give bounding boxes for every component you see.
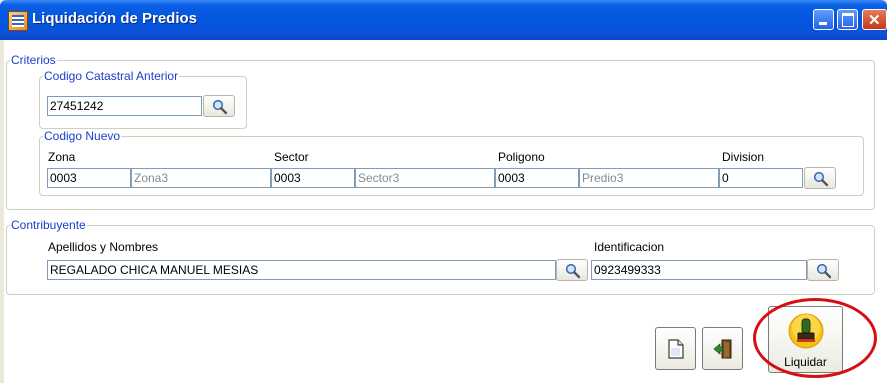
exit-button[interactable] (702, 327, 743, 370)
new-button[interactable] (655, 327, 696, 370)
identificacion-label: Identificacion (594, 240, 665, 254)
predio-name-field[interactable] (579, 168, 719, 188)
liquidar-label: Liquidar (784, 355, 827, 369)
magnifier-icon (565, 263, 581, 279)
identificacion-field[interactable] (591, 260, 807, 280)
magnifier-icon (212, 99, 228, 115)
poligono-field[interactable] (495, 168, 579, 188)
minimize-button[interactable] (813, 9, 834, 30)
search-nuevo-button[interactable] (804, 167, 836, 189)
magnifier-icon (813, 171, 829, 187)
nombres-label: Apellidos y Nombres (48, 240, 159, 254)
division-label: Division (722, 150, 765, 164)
division-field[interactable] (719, 168, 803, 188)
contribuyente-group: Contribuyente (6, 219, 875, 295)
title-bar[interactable]: Liquidación de Predios (0, 0, 887, 40)
stamp-icon (788, 313, 824, 349)
criterios-legend: Criterios (11, 53, 56, 67)
nombres-field[interactable] (47, 260, 556, 280)
zona-name-field[interactable] (131, 168, 271, 188)
poligono-label: Poligono (498, 150, 545, 164)
exit-door-icon (713, 339, 732, 359)
sector-name-field[interactable] (355, 168, 495, 188)
client-area: Criterios Codigo Catastral Anterior Codi… (4, 40, 887, 383)
close-button[interactable] (862, 9, 887, 30)
app-window-icon (8, 11, 28, 31)
codigo-nuevo-legend: Codigo Nuevo (44, 129, 121, 143)
new-document-icon (668, 339, 684, 359)
liquidacion-window: Liquidación de Predios Criterios Codigo … (0, 0, 887, 383)
zona-field[interactable] (47, 168, 131, 188)
sector-field[interactable] (271, 168, 355, 188)
contribuyente-legend: Contribuyente (11, 218, 86, 232)
search-identificacion-button[interactable] (807, 259, 839, 281)
maximize-button[interactable] (837, 9, 858, 30)
magnifier-icon (816, 263, 832, 279)
zona-label: Zona (48, 150, 76, 164)
liquidar-button[interactable]: Liquidar (768, 306, 843, 373)
codigo-anterior-field[interactable] (47, 96, 202, 116)
window-title: Liquidación de Predios (32, 10, 198, 27)
codigo-anterior-legend: Codigo Catastral Anterior (44, 69, 179, 83)
search-anterior-button[interactable] (203, 95, 235, 117)
sector-label: Sector (274, 150, 309, 164)
search-nombres-button[interactable] (556, 259, 588, 281)
